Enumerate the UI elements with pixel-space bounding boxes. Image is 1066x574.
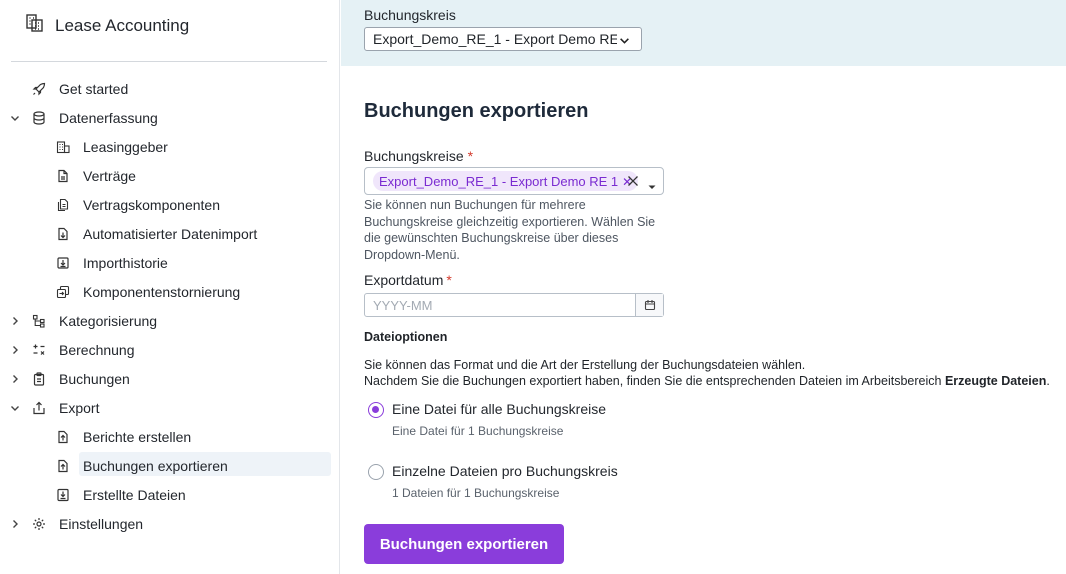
export-date-field xyxy=(364,293,664,317)
sidebar-item-label: Buchungen exportieren xyxy=(83,457,228,474)
chevron-right-icon[interactable] xyxy=(9,373,21,385)
file-options-line-1: Sie können das Format und die Art der Er… xyxy=(364,358,806,372)
sidebar-item-einstellungen[interactable]: Einstellungen xyxy=(0,509,340,538)
option-single-file[interactable]: Eine Datei für alle Buchungskreise xyxy=(368,401,606,418)
dropdown-caret-icon[interactable] xyxy=(648,177,656,195)
sidebar-nav: Get started Datenerfassung Leasinggeber … xyxy=(0,74,340,538)
chevron-right-icon[interactable] xyxy=(9,315,21,327)
rocket-icon xyxy=(32,82,46,96)
file-options-line-2-end: . xyxy=(1046,374,1050,388)
option-label: Eine Datei für alle Buchungskreise xyxy=(392,401,607,417)
file-list-icon xyxy=(56,488,70,502)
sidebar-item-leasinggeber[interactable]: Leasinggeber xyxy=(0,132,340,161)
sidebar-item-label: Export xyxy=(59,399,100,416)
company-code-caption: Buchungskreis xyxy=(364,7,456,23)
file-options-line-2-text: Nachdem Sie die Buchungen exportiert hab… xyxy=(364,374,945,388)
required-mark: * xyxy=(446,272,452,288)
calculator-icon xyxy=(32,343,46,357)
header-band: Buchungskreis Export_Demo_RE_1 - Export … xyxy=(341,0,1066,66)
sidebar-item-label: Berichte erstellen xyxy=(83,428,192,445)
sidebar-item-berichte-erstellen[interactable]: Berichte erstellen xyxy=(0,422,340,451)
documents-icon xyxy=(56,198,70,212)
sidebar-item-kategorisierung[interactable]: Kategorisierung xyxy=(0,306,340,335)
swap-icon xyxy=(56,285,70,299)
sidebar-divider xyxy=(11,61,327,62)
main-content: Buchungen exportieren Buchungskreise * Ex… xyxy=(341,66,1066,574)
company-codes-multiselect[interactable]: Export_Demo_RE_1 - Export Demo RE 1 ✕ xyxy=(364,167,664,195)
export-date-label-text: Exportdatum xyxy=(364,272,444,288)
company-code-select[interactable]: Export_Demo_RE_1 - Export Demo RE 1 xyxy=(364,27,642,51)
chevron-down-icon[interactable] xyxy=(617,33,631,47)
sidebar-item-datenerfassung[interactable]: Datenerfassung xyxy=(0,103,340,132)
sidebar-item-label: Vertragskomponenten xyxy=(83,196,220,213)
company-codes-label-text: Buchungskreise xyxy=(364,148,464,164)
company-codes-label: Buchungskreise * xyxy=(364,148,473,164)
sidebar-item-export[interactable]: Export xyxy=(0,393,340,422)
chevron-down-icon[interactable] xyxy=(9,112,21,124)
sidebar-item-label: Importhistorie xyxy=(83,254,168,271)
sidebar-item-label: Datenerfassung xyxy=(59,109,158,126)
generated-files-workspace-name: Erzeugte Dateien xyxy=(944,374,1047,388)
sidebar-item-label: Leasinggeber xyxy=(83,138,168,155)
upload-icon xyxy=(32,401,46,415)
sidebar-item-label: Buchungen xyxy=(59,370,130,387)
sidebar-item-label: Get started xyxy=(59,80,129,97)
option-label: Einzelne Dateien pro Buchungskreis xyxy=(392,463,618,479)
sidebar-item-label: Komponentenstornierung xyxy=(83,283,241,300)
clear-icon[interactable] xyxy=(627,174,639,186)
download-box-icon xyxy=(56,256,70,270)
clipboard-icon xyxy=(32,371,46,386)
sidebar-item-label: Einstellungen xyxy=(59,515,144,532)
document-icon xyxy=(56,169,70,183)
chevron-down-icon[interactable] xyxy=(9,402,21,414)
file-options-heading: Dateioptionen xyxy=(364,330,448,344)
app-title: Lease Accounting xyxy=(55,15,190,35)
sidebar-item-datenimport[interactable]: Automatisierter Datenimport xyxy=(0,219,340,248)
option-file-per-company-code[interactable]: Einzelne Dateien pro Buchungskreis xyxy=(368,463,618,480)
hierarchy-icon xyxy=(32,314,46,328)
sidebar-item-label: Kategorisierung xyxy=(59,312,158,329)
building-icon xyxy=(25,13,45,38)
sidebar-item-label: Berechnung xyxy=(59,341,135,358)
sidebar-item-buchungen[interactable]: Buchungen xyxy=(0,364,340,393)
file-options-description: Sie können das Format und die Art der Er… xyxy=(364,357,1050,389)
option-description: 1 Dateien für 1 Buchungskreise xyxy=(392,486,560,500)
file-import-icon xyxy=(56,227,70,241)
radio-button-selected[interactable] xyxy=(368,402,384,418)
sidebar-item-label: Automatisierter Datenimport xyxy=(83,225,258,242)
sidebar-item-berechnung[interactable]: Berechnung xyxy=(0,335,340,364)
sidebar-item-komponentenstornierung[interactable]: Komponentenstornierung xyxy=(0,277,340,306)
database-icon xyxy=(32,110,46,125)
company-code-value: Export_Demo_RE_1 - Export Demo RE 1 xyxy=(373,31,631,47)
sidebar-item-get-started[interactable]: Get started xyxy=(0,74,340,103)
sidebar-item-vertragskomponenten[interactable]: Vertragskomponenten xyxy=(0,190,340,219)
sidebar-item-label: Erstellte Dateien xyxy=(83,486,186,503)
export-date-input[interactable] xyxy=(365,294,635,316)
sidebar-item-importhistorie[interactable]: Importhistorie xyxy=(0,248,340,277)
export-date-label: Exportdatum * xyxy=(364,272,452,288)
file-export-icon xyxy=(56,430,70,444)
chip-label: Export_Demo_RE_1 - Export Demo RE 1 xyxy=(379,174,619,189)
file-options-line-2: Nachdem Sie die Buchungen exportiert hab… xyxy=(364,373,1050,389)
option-description: Eine Datei für 1 Buchungskreise xyxy=(392,424,564,438)
calendar-icon[interactable] xyxy=(635,294,663,316)
sidebar-item-erstellte-dateien[interactable]: Erstellte Dateien xyxy=(0,480,340,509)
page-title: Buchungen exportieren xyxy=(364,100,589,122)
chevron-right-icon[interactable] xyxy=(9,518,21,530)
export-bookings-button[interactable]: Buchungen exportieren xyxy=(364,524,564,564)
sidebar-item-vertraege[interactable]: Verträge xyxy=(0,161,340,190)
selected-company-code-chip: Export_Demo_RE_1 - Export Demo RE 1 ✕ xyxy=(373,171,639,191)
sidebar-item-label: Verträge xyxy=(83,167,136,184)
company-codes-help-text: Sie können nun Buchungen für mehrere Buc… xyxy=(364,198,656,262)
sidebar: Lease Accounting Get started Datenerfass… xyxy=(0,0,340,574)
gear-icon xyxy=(32,517,46,531)
required-mark: * xyxy=(467,148,474,164)
sidebar-item-buchungen-exportieren[interactable]: Buchungen exportieren xyxy=(0,451,340,480)
file-export-icon xyxy=(56,459,70,473)
radio-button[interactable] xyxy=(368,464,384,480)
app-brand[interactable]: Lease Accounting xyxy=(25,13,189,38)
chevron-right-icon[interactable] xyxy=(9,344,21,356)
building-grid-icon xyxy=(56,140,70,154)
